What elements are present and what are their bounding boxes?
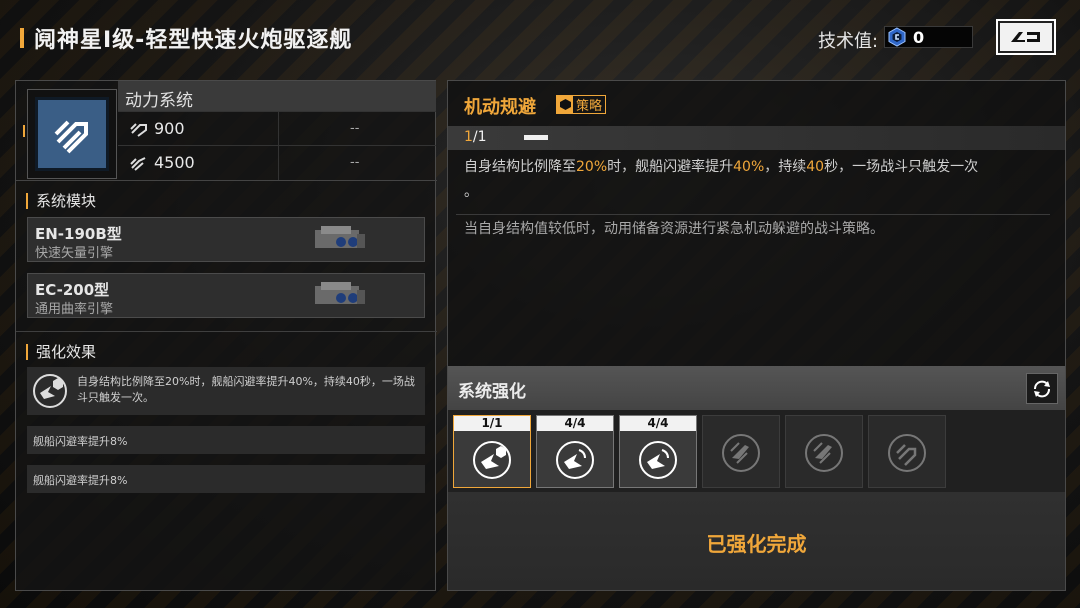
skill-level: 1/1 [464, 129, 487, 145]
complete-area: 已强化完成 [448, 492, 1065, 590]
modules-section-title: 系统模块 [26, 193, 96, 209]
module-desc: 通用曲率引擎 [35, 302, 114, 317]
refresh-icon [1034, 380, 1050, 397]
system-icon-frame[interactable] [27, 89, 117, 179]
tech-value: 0 [913, 27, 925, 47]
thrust-icon [130, 157, 146, 171]
system-name: 动力系统 [125, 91, 193, 111]
desc-text: ，持续 [764, 159, 807, 175]
evade-icon [556, 441, 594, 479]
module-name: EN-190B型 [35, 225, 122, 243]
system-header: 动力系统 900 -- 4500 -- [16, 81, 437, 181]
effect-row: 舰船闪避率提升8% [27, 426, 425, 454]
slot-count: 4/4 [537, 416, 613, 431]
desc-value: 40% [733, 159, 765, 175]
desc-value: 40 [806, 159, 825, 175]
page-header: 阋神星Ⅰ级-轻型快速火炮驱逐舰 技术值: 0 [0, 0, 1080, 76]
skill-detail-panel: 机动规避 策略 1/1 自身结构比例降至20%时，舰船闪避率提升40%，持续40… [447, 80, 1066, 591]
module-desc: 快速矢量引擎 [35, 246, 114, 261]
stat-value: 900 [154, 119, 185, 138]
system-name-row: 动力系统 [118, 81, 436, 111]
locked-evade-icon [805, 434, 843, 472]
locked-boost-icon [888, 434, 926, 472]
enhance-slot[interactable]: 4/4 [619, 415, 697, 488]
selection-tick [23, 125, 25, 137]
stat-row-thrust: 4500 -- [118, 145, 436, 180]
enhance-slot[interactable] [785, 415, 863, 488]
desc-value: 20% [576, 159, 608, 175]
enhance-slot[interactable] [868, 415, 946, 488]
desc-text: 自身结构比例降至 [464, 159, 576, 175]
page-title: 阋神星Ⅰ级-轻型快速火炮驱逐舰 [34, 28, 353, 53]
stat-divider [278, 146, 279, 180]
skill-name: 机动规避 [464, 97, 536, 118]
effect-row-text: 舰船闪避率提升8% [33, 435, 128, 448]
stat-extra: -- [350, 155, 360, 170]
enhance-slot[interactable]: 1/1 [453, 415, 531, 488]
stat-value: 4500 [154, 153, 195, 172]
locked-evade-icon [722, 434, 760, 472]
skill-tag-text: 策略 [576, 99, 603, 114]
evade-strategy-icon [33, 374, 67, 408]
evade-icon [639, 441, 677, 479]
back-arrow-icon [1011, 32, 1040, 42]
effects-section-title: 强化效果 [26, 344, 96, 360]
skill-description: 自身结构比例降至20%时，舰船闪避率提升40%，持续40秒，一场战斗只触发一次。 [464, 155, 1054, 205]
enhance-slots: 1/1 4/4 4/4 [448, 410, 1065, 492]
system-info-panel: 动力系统 900 -- 4500 -- 系统模块 EN-190B型 快速矢量引擎 [15, 80, 437, 591]
strategy-icon [557, 96, 573, 113]
skill-level-current: 1 [464, 129, 473, 145]
desc-text: 秒，一场战斗只触发一次 [824, 159, 979, 175]
engine-module-icon [315, 226, 365, 248]
skill-level-bar [524, 135, 548, 140]
skill-lore: 当自身结构值较低时，动用储备资源进行紧急机动躲避的战斗策略。 [464, 221, 884, 237]
complete-status: 已强化完成 [706, 532, 807, 556]
slot-count: 4/4 [620, 416, 696, 431]
effect-row: 舰船闪避率提升8% [27, 465, 425, 493]
enhance-header: 系统强化 [448, 366, 1065, 410]
speed-icon [130, 123, 147, 137]
desc-text: 时，舰船闪避率提升 [607, 159, 734, 175]
engine-module-icon [315, 282, 365, 304]
stat-divider [278, 112, 279, 146]
evade-strategy-icon [473, 441, 511, 479]
module-item[interactable]: EN-190B型 快速矢量引擎 [27, 217, 425, 262]
desc-text: 。 [464, 184, 478, 200]
enhance-slot[interactable] [702, 415, 780, 488]
refresh-button[interactable] [1026, 373, 1058, 404]
tech-points-icon [888, 27, 906, 47]
tech-value-box: 0 [884, 26, 973, 48]
skill-level-band: 1/1 [448, 126, 1065, 150]
effect-main: 自身结构比例降至20%时，舰船闪避率提升40%，持续40秒，一场战斗只触发一次。 [27, 367, 425, 415]
enhance-slot[interactable]: 4/4 [536, 415, 614, 488]
enhance-title: 系统强化 [458, 382, 526, 402]
skill-divider [456, 214, 1050, 215]
effect-main-text: 自身结构比例降至20%时，舰船闪避率提升40%，持续40秒，一场战斗只触发一次。 [77, 375, 415, 404]
section-divider [16, 331, 437, 332]
slot-count: 1/1 [454, 416, 530, 431]
back-button[interactable] [996, 19, 1056, 55]
module-item[interactable]: EC-200型 通用曲率引擎 [27, 273, 425, 318]
tech-value-label: 技术值: [818, 31, 879, 52]
title-accent-mark [20, 28, 24, 48]
skill-tag: 策略 [556, 95, 607, 114]
stat-extra: -- [350, 121, 360, 136]
module-name: EC-200型 [35, 281, 110, 299]
engine-boost-icon [35, 97, 109, 171]
skill-level-max: /1 [472, 129, 487, 145]
stat-row-speed: 900 -- [118, 111, 436, 146]
effect-row-text: 舰船闪避率提升8% [33, 474, 128, 487]
